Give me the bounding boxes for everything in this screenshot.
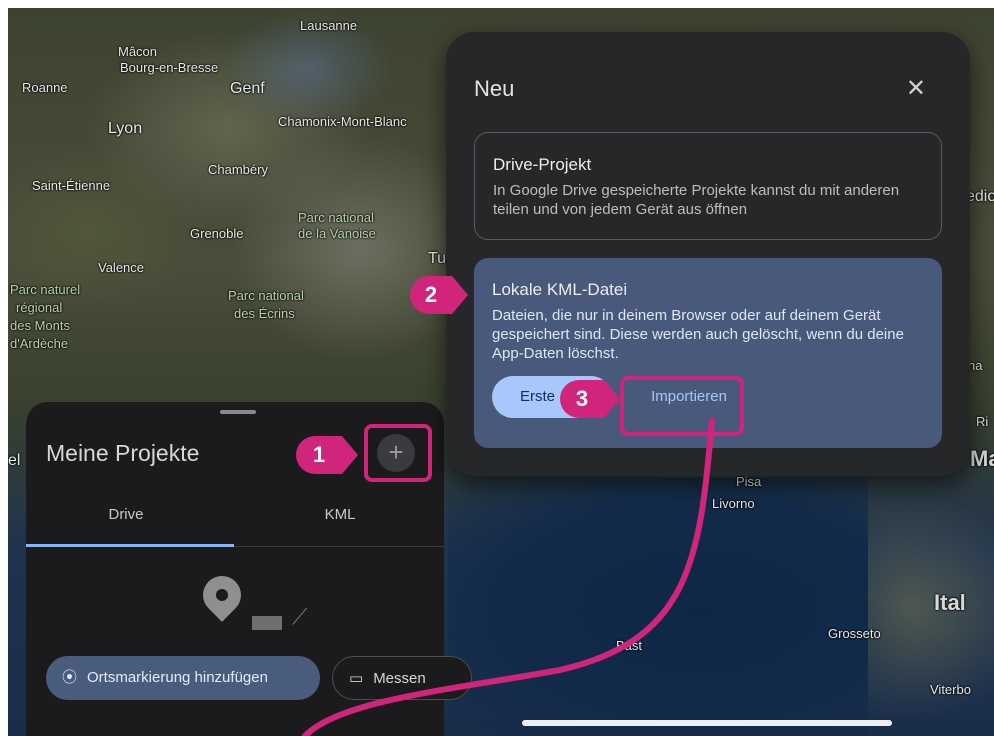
step-badge-2: 2 (410, 276, 468, 314)
step-badge-3: 3 (560, 380, 620, 418)
annotation-arrow (302, 417, 715, 736)
highlight-import-button (620, 376, 744, 436)
highlight-add-button (364, 424, 432, 482)
home-indicator[interactable] (522, 720, 892, 726)
step-badge-1: 1 (296, 436, 358, 474)
